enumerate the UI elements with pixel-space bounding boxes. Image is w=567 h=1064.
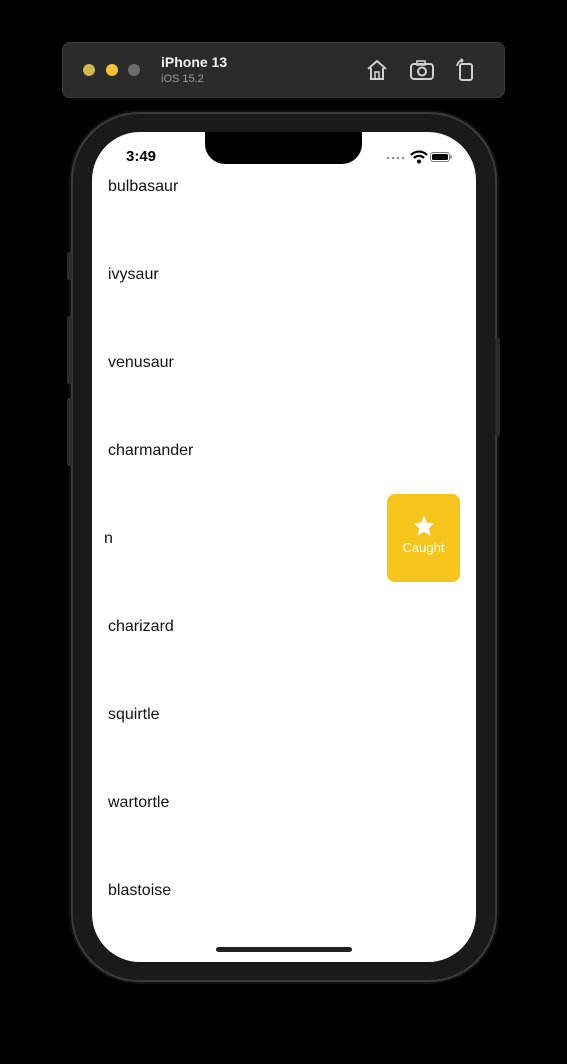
home-indicator[interactable] — [216, 947, 352, 952]
simulator-window: iPhone 13 iOS 15.2 3:49 bulbasaur ivysau… — [0, 0, 567, 1064]
rotate-icon[interactable] — [453, 58, 479, 82]
silent-switch — [67, 252, 72, 280]
list-item[interactable]: ivysaur — [92, 260, 476, 348]
notch — [205, 132, 362, 164]
list-item-label: charmander — [108, 442, 194, 459]
list-item[interactable]: charizard — [92, 612, 476, 700]
list-item-label: venusaur — [108, 354, 174, 371]
battery-icon — [430, 152, 452, 162]
volume-down-button — [67, 398, 72, 466]
zoom-window-button[interactable] — [128, 64, 140, 76]
caught-swipe-action-button[interactable]: Caught — [387, 494, 460, 582]
simulator-toolbar: iPhone 13 iOS 15.2 — [62, 42, 505, 98]
list-item-label: blastoise — [108, 882, 172, 899]
caught-action-label: Caught — [402, 540, 445, 555]
wifi-icon — [410, 150, 428, 164]
device-name: iPhone 13 — [161, 54, 228, 70]
home-icon[interactable] — [364, 58, 390, 82]
power-button — [495, 338, 500, 436]
screenshot-icon[interactable] — [409, 58, 435, 82]
status-time: 3:49 — [126, 148, 157, 165]
minimize-window-button[interactable] — [106, 64, 118, 76]
os-version: iOS 15.2 — [161, 73, 204, 85]
list-item[interactable]: wartortle — [92, 788, 476, 876]
list-item[interactable]: bulbasaur — [92, 172, 476, 260]
close-window-button[interactable] — [83, 64, 95, 76]
cellular-icon — [386, 156, 405, 160]
list-item[interactable]: venusaur — [92, 348, 476, 436]
list-item-label: wartortle — [108, 794, 170, 811]
list-item-label: charizard — [108, 618, 174, 635]
volume-up-button — [67, 316, 72, 384]
star-icon — [413, 515, 435, 536]
list-item-label: squirtle — [108, 706, 160, 723]
list-item-label: ivysaur — [108, 266, 159, 283]
list-item-label: bulbasaur — [108, 178, 179, 195]
list-item-label: n — [104, 530, 113, 547]
list-item[interactable]: squirtle — [92, 700, 476, 788]
device-screen: 3:49 bulbasaur ivysaur venusaur charmand… — [92, 132, 476, 962]
